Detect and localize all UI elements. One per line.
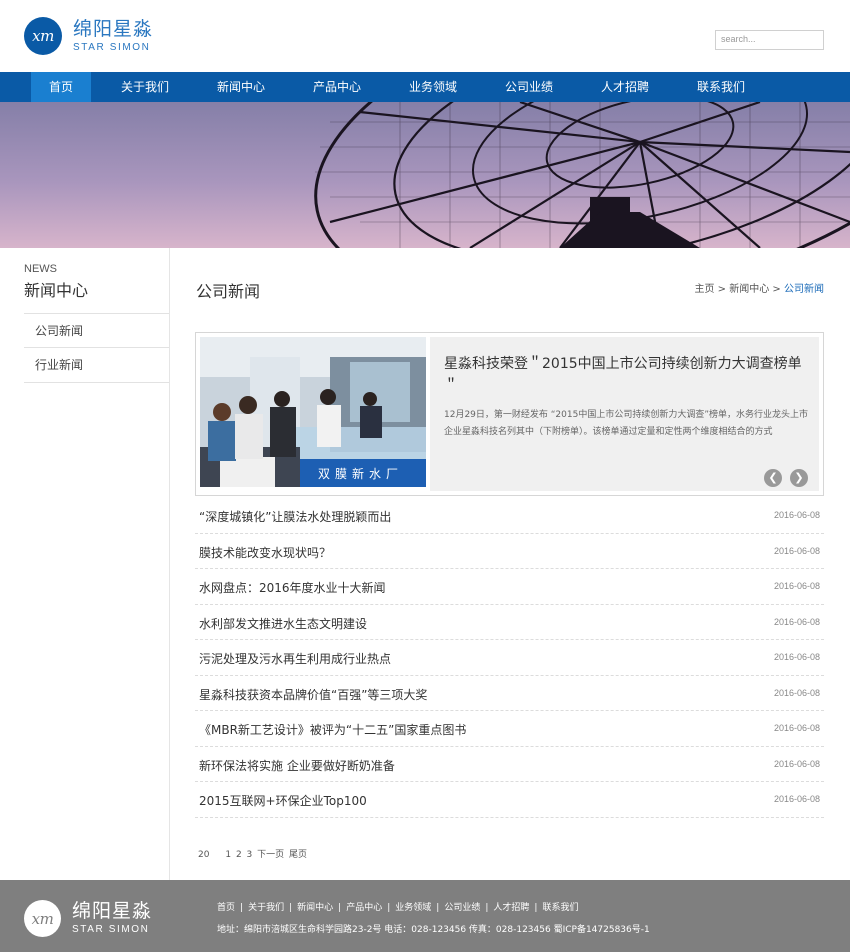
- site-footer: xm 绵阳星淼 STAR SIMON 首页 | 关于我们 | 新闻中心 | 产品中心 | 业务领…: [0, 880, 850, 952]
- hero-banner: [0, 102, 850, 248]
- footer-link-news[interactable]: 新闻中心: [297, 903, 333, 913]
- breadcrumb-news[interactable]: 新闻中心: [729, 284, 769, 295]
- news-date: 2016-06-08: [773, 794, 820, 804]
- search-input[interactable]: search...: [715, 30, 824, 50]
- footer-logo[interactable]: xm 绵阳星淼 STAR SIMON: [24, 900, 152, 937]
- footer-link-sep: |: [436, 903, 440, 913]
- news-list: “深度城镇化”让膜法水处理脱颖而出 2016-06-08 膜技术能改变水现状吗？…: [195, 498, 824, 818]
- pager-last[interactable]: 尾页: [289, 850, 307, 860]
- nav-item-news[interactable]: 新闻中心: [205, 72, 277, 102]
- footer-logo-name-en: STAR SIMON: [72, 924, 150, 935]
- list-item[interactable]: 星淼科技获资本品牌价值“百强”等三项大奖 2016-06-08: [195, 676, 824, 711]
- logo-mark: xm: [24, 17, 62, 55]
- featured-news-title[interactable]: 星淼科技荣登＂2015中国上市公司持续创新力大调查榜单＂: [444, 353, 812, 397]
- list-item[interactable]: 污泥处理及污水再生利用成行业热点 2016-06-08: [195, 640, 824, 676]
- pager-page-3[interactable]: 3: [247, 850, 253, 860]
- news-date: 2016-06-08: [773, 687, 820, 698]
- news-title[interactable]: 膜技术能改变水现状吗？: [199, 544, 331, 561]
- news-title[interactable]: “深度城镇化”让膜法水处理脱颖而出: [199, 508, 391, 525]
- footer-logo-mark: xm: [24, 900, 61, 937]
- featured-photo-sign: 双膜新水厂: [318, 466, 403, 481]
- nav-item-performance[interactable]: 公司业绩: [493, 72, 565, 102]
- pager-total: 20: [198, 850, 210, 860]
- main-nav: 首页 关于我们 新闻中心 产品中心 业务领域 公司业绩 人才招聘 联系我们: [0, 72, 850, 102]
- footer-link-business[interactable]: 业务领域: [395, 903, 431, 913]
- footer-link-sep: |: [387, 903, 391, 913]
- footer-link-jobs[interactable]: 人才招聘: [493, 903, 529, 913]
- chevron-right-icon[interactable]: ❯: [790, 469, 808, 487]
- footer-link-contact[interactable]: 联系我们: [542, 903, 578, 913]
- list-item[interactable]: 水网盘点：2016年度水业十大新闻 2016-06-08: [195, 569, 824, 605]
- featured-news-image[interactable]: 双膜新水厂: [200, 337, 426, 487]
- footer-links: 首页 | 关于我们 | 新闻中心 | 产品中心 | 业务领域 | 公司业绩 | 人才招聘 | 联系我们: [217, 900, 578, 913]
- radar-dish-image: [0, 102, 850, 248]
- pager-next[interactable]: 下一页: [257, 850, 284, 860]
- page-title: 公司新闻: [196, 282, 261, 301]
- logo-name-cn: 绵阳星淼: [73, 17, 154, 40]
- footer-link-sep: |: [338, 903, 342, 913]
- nav-item-about[interactable]: 关于我们: [109, 72, 181, 102]
- footer-logo-name-cn: 绵阳星淼: [72, 900, 153, 922]
- pager-page-2[interactable]: 2: [236, 850, 242, 860]
- news-title[interactable]: 水利部发文推进水生态文明建设: [199, 615, 367, 632]
- footer-link-performance[interactable]: 公司业绩: [444, 903, 480, 913]
- breadcrumb-sep: >: [717, 284, 727, 295]
- sidebar-item-industry-news[interactable]: 行业新闻: [24, 348, 170, 383]
- breadcrumb-current[interactable]: 公司新闻: [784, 284, 824, 295]
- news-date: 2016-06-08: [773, 723, 820, 733]
- site-header: xm 绵阳星淼 STAR SIMON search...: [0, 0, 850, 72]
- news-date: 2016-06-08: [773, 758, 820, 769]
- news-date: 2016-06-08: [773, 652, 820, 662]
- nav-item-jobs[interactable]: 人才招聘: [589, 72, 661, 102]
- list-item[interactable]: 水利部发文推进水生态文明建设 2016-06-08: [195, 605, 824, 640]
- news-title[interactable]: 水网盘点：2016年度水业十大新闻: [199, 579, 386, 596]
- sidebar-item-company-news[interactable]: 公司新闻: [24, 313, 170, 348]
- nav-item-business[interactable]: 业务领域: [397, 72, 469, 102]
- logo-name-en: STAR SIMON: [73, 41, 151, 53]
- nav-item-contact[interactable]: 联系我们: [685, 72, 757, 102]
- nav-item-home[interactable]: 首页: [31, 72, 91, 102]
- list-item[interactable]: 2015互联网+环保企业Top100 2016-06-08: [195, 782, 824, 818]
- list-item[interactable]: 新环保法将实施 企业要做好断奶准备 2016-06-08: [195, 747, 824, 782]
- news-date: 2016-06-08: [773, 581, 820, 591]
- footer-address: 地址：绵阳市涪城区生命科学园路23-2号 电话：028-123456 传真：02…: [217, 925, 650, 935]
- breadcrumb: 主页 > 新闻中心 > 公司新闻: [694, 280, 824, 295]
- site-logo[interactable]: xm 绵阳星淼 STAR SIMON: [24, 17, 153, 55]
- footer-link-home[interactable]: 首页: [217, 903, 235, 913]
- list-item[interactable]: 膜技术能改变水现状吗？ 2016-06-08: [195, 534, 824, 569]
- sidebar-title: 新闻中心: [24, 281, 89, 300]
- search-placeholder: search...: [721, 34, 756, 44]
- footer-link-sep: |: [289, 903, 293, 913]
- footer-link-products[interactable]: 产品中心: [346, 903, 382, 913]
- list-item[interactable]: 《MBR新工艺设计》被评为“十二五”国家重点图书 2016-06-08: [195, 711, 824, 747]
- featured-news[interactable]: 双膜新水厂 星淼科技荣登＂2015中国上市公司持续创新力大调查榜单＂ 12月29…: [195, 332, 824, 496]
- sidebar-divider: [169, 248, 170, 880]
- chevron-left-icon[interactable]: ❮: [764, 469, 782, 487]
- featured-photo: 双膜新水厂: [200, 337, 426, 487]
- nav-item-products[interactable]: 产品中心: [301, 72, 373, 102]
- pagination: 20 1 2 3 下一页 尾页: [198, 847, 309, 860]
- footer-link-sep: |: [534, 903, 538, 913]
- sidebar-title-en: NEWS: [24, 263, 57, 275]
- news-title[interactable]: 新环保法将实施 企业要做好断奶准备: [199, 757, 395, 774]
- breadcrumb-home[interactable]: 主页: [694, 284, 714, 295]
- news-title[interactable]: 《MBR新工艺设计》被评为“十二五”国家重点图书: [199, 721, 466, 738]
- footer-link-about[interactable]: 关于我们: [248, 903, 284, 913]
- news-title[interactable]: 污泥处理及污水再生利用成行业热点: [199, 650, 391, 667]
- list-item[interactable]: “深度城镇化”让膜法水处理脱颖而出 2016-06-08: [195, 498, 824, 534]
- news-date: 2016-06-08: [773, 616, 820, 627]
- news-date: 2016-06-08: [773, 510, 820, 520]
- footer-link-sep: |: [485, 903, 489, 913]
- pager-page-1[interactable]: 1: [225, 850, 231, 860]
- news-date: 2016-06-08: [773, 545, 820, 556]
- news-title[interactable]: 星淼科技获资本品牌价值“百强”等三项大奖: [199, 686, 427, 703]
- news-title[interactable]: 2015互联网+环保企业Top100: [199, 792, 367, 809]
- featured-news-desc: 12月29日，第一财经发布 “2015中国上市公司持续创新力大调查”榜单，水务行…: [444, 410, 808, 437]
- footer-link-sep: |: [240, 903, 244, 913]
- breadcrumb-sep: >: [772, 284, 781, 295]
